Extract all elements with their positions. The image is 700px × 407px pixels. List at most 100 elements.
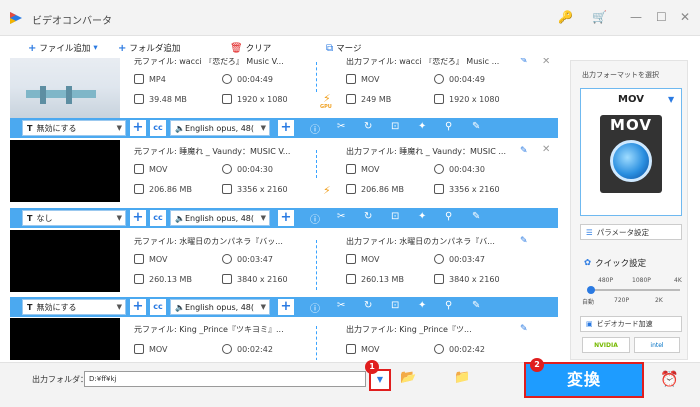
mov-format-icon-text: MOV [610,116,652,134]
clock-icon [222,164,232,174]
quick-label-1080p: 1080P [632,277,651,284]
divider [316,240,317,290]
remove-file-icon[interactable]: ✕ [542,144,550,155]
crop-icon[interactable]: ⊡ [391,300,399,311]
video-thumbnail[interactable] [10,140,120,202]
output-folder-input[interactable]: D:¥ff¥kj [84,371,366,387]
source-duration: 00:04:49 [222,74,273,84]
video-thumbnail[interactable] [10,318,120,360]
selected-format[interactable]: MOV [580,94,682,105]
settings-icon: ☰ [586,227,593,237]
subtitle-select[interactable]: T なし ▼ [22,210,126,226]
source-file-title: 元ファイル: 水曜日のカンパネラ『バッ... [134,237,283,246]
video-thumbnail[interactable] [10,58,120,118]
step-badge-2: 2 [530,358,544,372]
subtitle-select[interactable]: T 無効にする ▼ [22,299,126,315]
cut-icon[interactable]: ✂ [337,300,345,311]
cart-icon[interactable]: 🛒 [592,10,607,24]
size-icon [134,94,144,104]
audio-select[interactable]: 🔈 English opus, 48(▼ [170,210,270,226]
add-subtitle-button[interactable]: + [130,120,146,136]
info-icon[interactable]: ⓘ [310,121,320,136]
resolution-icon [434,274,444,284]
add-audio-button[interactable]: + [278,299,294,315]
speaker-icon: 🔈 [175,302,185,312]
rotate-icon[interactable]: ↻ [364,211,372,222]
key-icon[interactable]: 🔑 [558,10,573,24]
source-duration: 00:03:47 [222,254,273,264]
quick-slider-track[interactable] [590,289,680,291]
cc-icon[interactable]: cc [150,210,166,226]
edit-icon[interactable]: ✎ [472,121,480,132]
file-icon [134,164,144,174]
watermark-icon[interactable]: ⚲ [445,300,452,311]
add-audio-button[interactable]: + [278,210,294,226]
edit-name-icon[interactable]: ✎ [520,324,528,334]
cut-icon[interactable]: ✂ [337,211,345,222]
speaker-icon: 🔈 [175,213,185,223]
alarm-icon[interactable]: ⏰ [660,370,679,388]
output-size: 260.13 MB [346,274,404,284]
file-item[interactable]: 元ファイル: King _Prince『ツキヨミ』... MOV 00:02:4… [10,318,558,360]
video-thumbnail[interactable] [10,230,120,292]
format-dropdown-icon[interactable]: ▼ [668,95,674,104]
gpu-label: GPU [320,104,332,110]
clear-button[interactable]: 🗑 クリア [230,42,271,55]
edit-bar: T 無効にする ▼ + cc 🔈 English opus, 48(▼ + ⓘ ✂ ↻… [10,118,558,138]
audio-select[interactable]: 🔈 English opus, 48(▼ [170,299,270,315]
gpu-icon: ⚡ [323,184,331,197]
source-resolution: 3840 x 2160 [222,274,288,284]
output-format: MOV [346,254,380,264]
add-subtitle-button[interactable]: + [130,299,146,315]
parameter-settings-button[interactable]: ☰ パラメータ設定 [580,224,682,240]
maximize-button[interactable]: ☐ [656,10,667,24]
format-panel-label: 出力フォーマットを選択 [582,71,659,79]
remove-file-icon[interactable]: ✕ [542,58,550,67]
file-icon [346,344,356,354]
file-icon [134,254,144,264]
subtitle-select[interactable]: T 無効にする ▼ [22,120,126,136]
size-icon [134,184,144,194]
gpu-acceleration-button[interactable]: ▣ ビデオカード加速 [580,316,682,332]
close-window-button[interactable]: ✕ [680,10,690,24]
resolution-icon [222,184,232,194]
edit-icon[interactable]: ✎ [472,300,480,311]
quick-icon: ✿ [584,258,592,268]
crop-icon[interactable]: ⊡ [391,121,399,132]
source-file-title: 元ファイル: King _Prince『ツキヨミ』... [134,325,284,334]
watermark-icon[interactable]: ⚲ [445,121,452,132]
merge-button[interactable]: ⧉ マージ [326,42,361,55]
edit-icon[interactable]: ✎ [472,211,480,222]
add-subtitle-button[interactable]: + [130,210,146,226]
merge-icon: ⧉ [326,42,334,54]
output-file-title: 出力ファイル: wacci 『恋だろ』 Music ... [346,58,500,66]
cc-icon[interactable]: cc [150,120,166,136]
rotate-icon[interactable]: ↻ [364,121,372,132]
browse-folder-icon[interactable]: 📂 [400,370,416,385]
edit-name-icon[interactable]: ✎ [520,236,528,246]
watermark-icon[interactable]: ⚲ [445,211,452,222]
crop-icon[interactable]: ⊡ [391,211,399,222]
clock-icon [222,74,232,84]
open-folder-icon[interactable]: 📁 [454,370,470,385]
effect-icon[interactable]: ✦ [418,300,426,311]
audio-select[interactable]: 🔈 English opus, 48(▼ [170,120,270,136]
effect-icon[interactable]: ✦ [418,211,426,222]
source-format: MOV [134,164,168,174]
edit-name-icon[interactable]: ✎ [520,58,528,66]
cc-icon[interactable]: cc [150,299,166,315]
effect-icon[interactable]: ✦ [418,121,426,132]
quick-slider-handle[interactable] [587,286,595,294]
edit-name-icon[interactable]: ✎ [520,146,528,156]
cut-icon[interactable]: ✂ [337,121,345,132]
info-icon[interactable]: ⓘ [310,300,320,315]
info-icon[interactable]: ⓘ [310,211,320,226]
minimize-button[interactable]: — [630,10,642,24]
clock-icon [222,344,232,354]
plus-icon: + [28,42,37,54]
rotate-icon[interactable]: ↻ [364,300,372,311]
add-audio-button[interactable]: + [278,120,294,136]
add-folder-button[interactable]: + フォルダ追加 [118,42,180,55]
source-resolution: 3356 x 2160 [222,184,288,194]
add-file-button[interactable]: + ファイル追加 ▾ [28,42,98,55]
